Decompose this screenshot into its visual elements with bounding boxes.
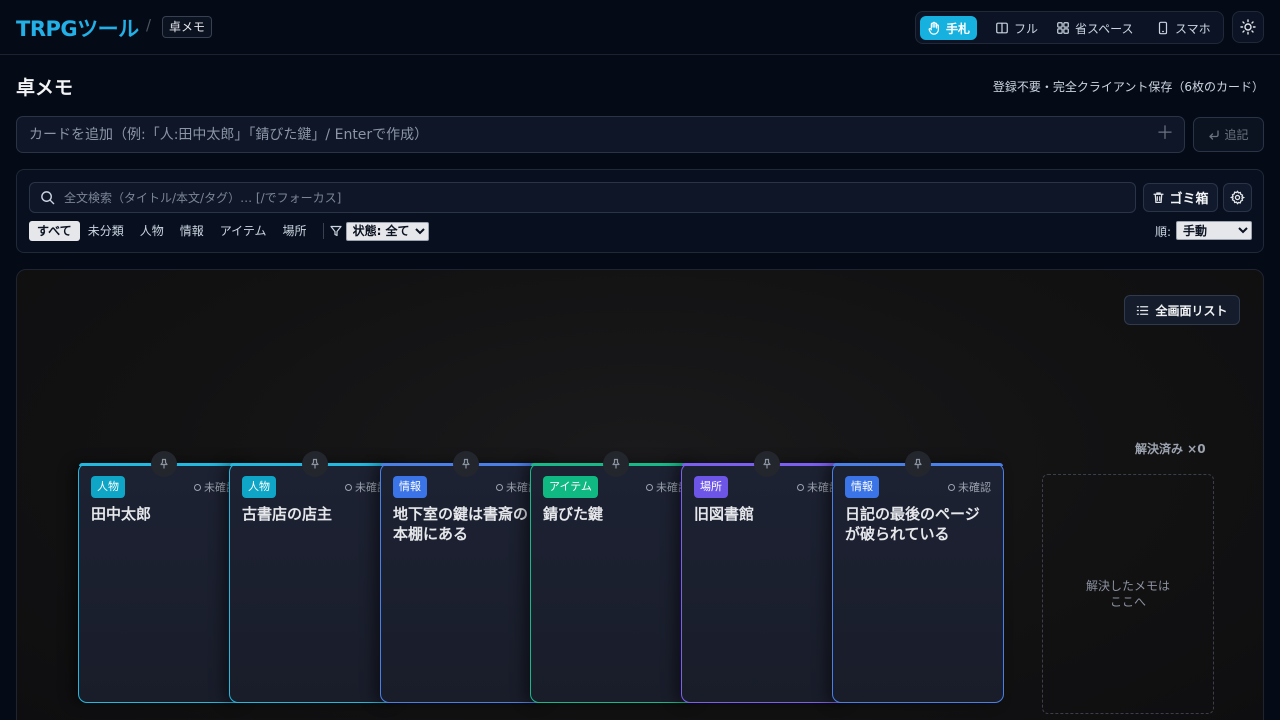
card-title: 地下室の鍵は書斎の本棚にある (393, 505, 529, 543)
pin-icon (311, 458, 319, 469)
memo-card[interactable]: 情報 未確認 地下室の鍵は書斎の本棚にある (380, 451, 552, 703)
card-title: 旧図書館 (694, 505, 755, 523)
tab-item[interactable]: アイテム (212, 221, 275, 241)
card-tag-badge[interactable]: アイテム (543, 476, 598, 498)
list-icon (1137, 305, 1149, 315)
mode-full-label: フル (1014, 21, 1039, 36)
sort-select[interactable]: 手動 (1176, 221, 1252, 240)
status-circle-icon (345, 483, 352, 491)
trash-icon (1153, 192, 1165, 203)
search-icon (41, 191, 55, 205)
tab-all[interactable]: すべて (29, 221, 80, 241)
pin-button[interactable] (603, 451, 629, 477)
solved-drop-zone[interactable]: 解決したメモは ここへ (1042, 474, 1214, 714)
status-circle-icon (496, 483, 503, 491)
memo-card[interactable]: 人物 未確認 田中太郎 (78, 451, 250, 703)
filter-icon (329, 225, 342, 237)
category-tabs: すべて 未分類 人物 情報 アイテム 場所 状態: 全て (29, 221, 429, 241)
pin-button[interactable] (151, 451, 177, 477)
plus-icon[interactable]: ＋ (1156, 125, 1174, 143)
append-button-label: 追記 (1224, 128, 1249, 142)
mode-full-button[interactable]: フル (988, 16, 1045, 40)
tab-person[interactable]: 人物 (132, 221, 172, 241)
gear-icon (1230, 190, 1245, 205)
card-title: 錆びた鍵 (543, 505, 604, 523)
card-status[interactable]: 未確認 (948, 479, 991, 495)
search-input[interactable] (64, 183, 1124, 212)
pin-button[interactable] (302, 451, 328, 477)
status-circle-icon (797, 483, 804, 491)
fullscreen-list-button[interactable]: 全画面リスト (1124, 295, 1240, 325)
mode-compact-button[interactable]: 省スペース (1049, 16, 1141, 40)
search-field (29, 182, 1136, 213)
pin-button[interactable] (754, 451, 780, 477)
theme-toggle-button[interactable] (1232, 11, 1264, 43)
breadcrumb-current: 卓メモ (162, 16, 213, 38)
sun-icon (1240, 19, 1256, 35)
trash-button[interactable]: ゴミ箱 (1143, 183, 1218, 212)
card-tag-badge[interactable]: 場所 (694, 476, 728, 498)
card-title: 古書店の店主 (242, 505, 333, 523)
card-tag-badge[interactable]: 人物 (242, 476, 276, 498)
status-filter-select[interactable]: 状態: 全て (345, 221, 429, 241)
tab-place[interactable]: 場所 (275, 221, 315, 241)
page-title: 卓メモ (16, 77, 74, 99)
add-card-input[interactable] (29, 117, 1149, 152)
card-board: 全画面リスト 人物 未確認 田中太郎 人物 未確認 古書店の店主 情報 未確認 地下室の鍵は書斎… (16, 269, 1264, 720)
mode-hand-label: 手札 (946, 21, 971, 36)
add-card-field: ＋ (16, 116, 1185, 153)
sort-label: 順: (1155, 225, 1172, 239)
pin-icon (612, 458, 620, 469)
mode-phone-button[interactable]: スマホ (1149, 16, 1218, 40)
tab-info[interactable]: 情報 (172, 221, 212, 241)
filter-panel: ゴミ箱 すべて 未分類 人物 情報 アイテム 場所 状態: 全て 順: 手動 (16, 169, 1264, 253)
card-tag-badge[interactable]: 情報 (845, 476, 879, 498)
pin-icon (763, 458, 771, 469)
breadcrumb-separator: / (146, 16, 152, 34)
pin-button[interactable] (905, 451, 931, 477)
mode-phone-label: スマホ (1175, 21, 1211, 36)
app-brand[interactable]: TRPGツール (16, 13, 139, 43)
phone-icon (1158, 21, 1168, 35)
status-circle-icon (948, 483, 955, 491)
columns-icon (996, 22, 1008, 34)
mode-compact-label: 省スペース (1075, 21, 1134, 36)
status-circle-icon (194, 483, 201, 491)
page-subtitle: 登録不要・完全クライアント保存（6枚のカード） (992, 80, 1264, 94)
fullscreen-list-label: 全画面リスト (1155, 303, 1228, 318)
append-button[interactable]: 追記 (1193, 117, 1264, 152)
card-title: 日記の最後のページが破られている (845, 505, 980, 543)
card-tag-badge[interactable]: 人物 (91, 476, 125, 498)
enter-icon (1209, 129, 1220, 140)
card-title: 田中太郎 (91, 505, 152, 523)
top-bar: TRPGツール / 卓メモ 手札 フル 省スペース スマホ (0, 0, 1280, 55)
pin-icon (160, 458, 168, 469)
solved-drop-text-1: 解決したメモは (1085, 579, 1170, 593)
view-mode-switcher: 手札 フル 省スペース スマホ (915, 11, 1224, 44)
pin-icon (914, 458, 922, 469)
trash-button-label: ゴミ箱 (1169, 192, 1209, 207)
memo-card[interactable]: 情報 未確認日記の最後のページが破られている (832, 451, 1004, 703)
memo-card[interactable]: 場所 未確認 旧図書館 (681, 451, 853, 703)
settings-button[interactable] (1223, 183, 1252, 212)
card-status-label: 未確認 (958, 481, 991, 494)
status-circle-icon (646, 483, 653, 491)
hand-icon (928, 21, 939, 35)
tab-uncategorized[interactable]: 未分類 (80, 221, 132, 241)
memo-card[interactable]: アイテム 未確認 錆びた鍵 (530, 451, 702, 703)
pin-button[interactable] (453, 451, 479, 477)
memo-card[interactable]: 人物 未確認 古書店の店主 (229, 451, 401, 703)
mode-hand-button[interactable]: 手札 (920, 16, 978, 40)
card-tag-badge[interactable]: 情報 (393, 476, 427, 498)
pin-icon (462, 458, 470, 469)
tabs-divider (322, 223, 324, 239)
solved-count-label: 解決済み ×0 (1135, 442, 1206, 456)
solved-drop-text-2: ここへ (1109, 595, 1146, 609)
grid-icon (1057, 22, 1069, 34)
